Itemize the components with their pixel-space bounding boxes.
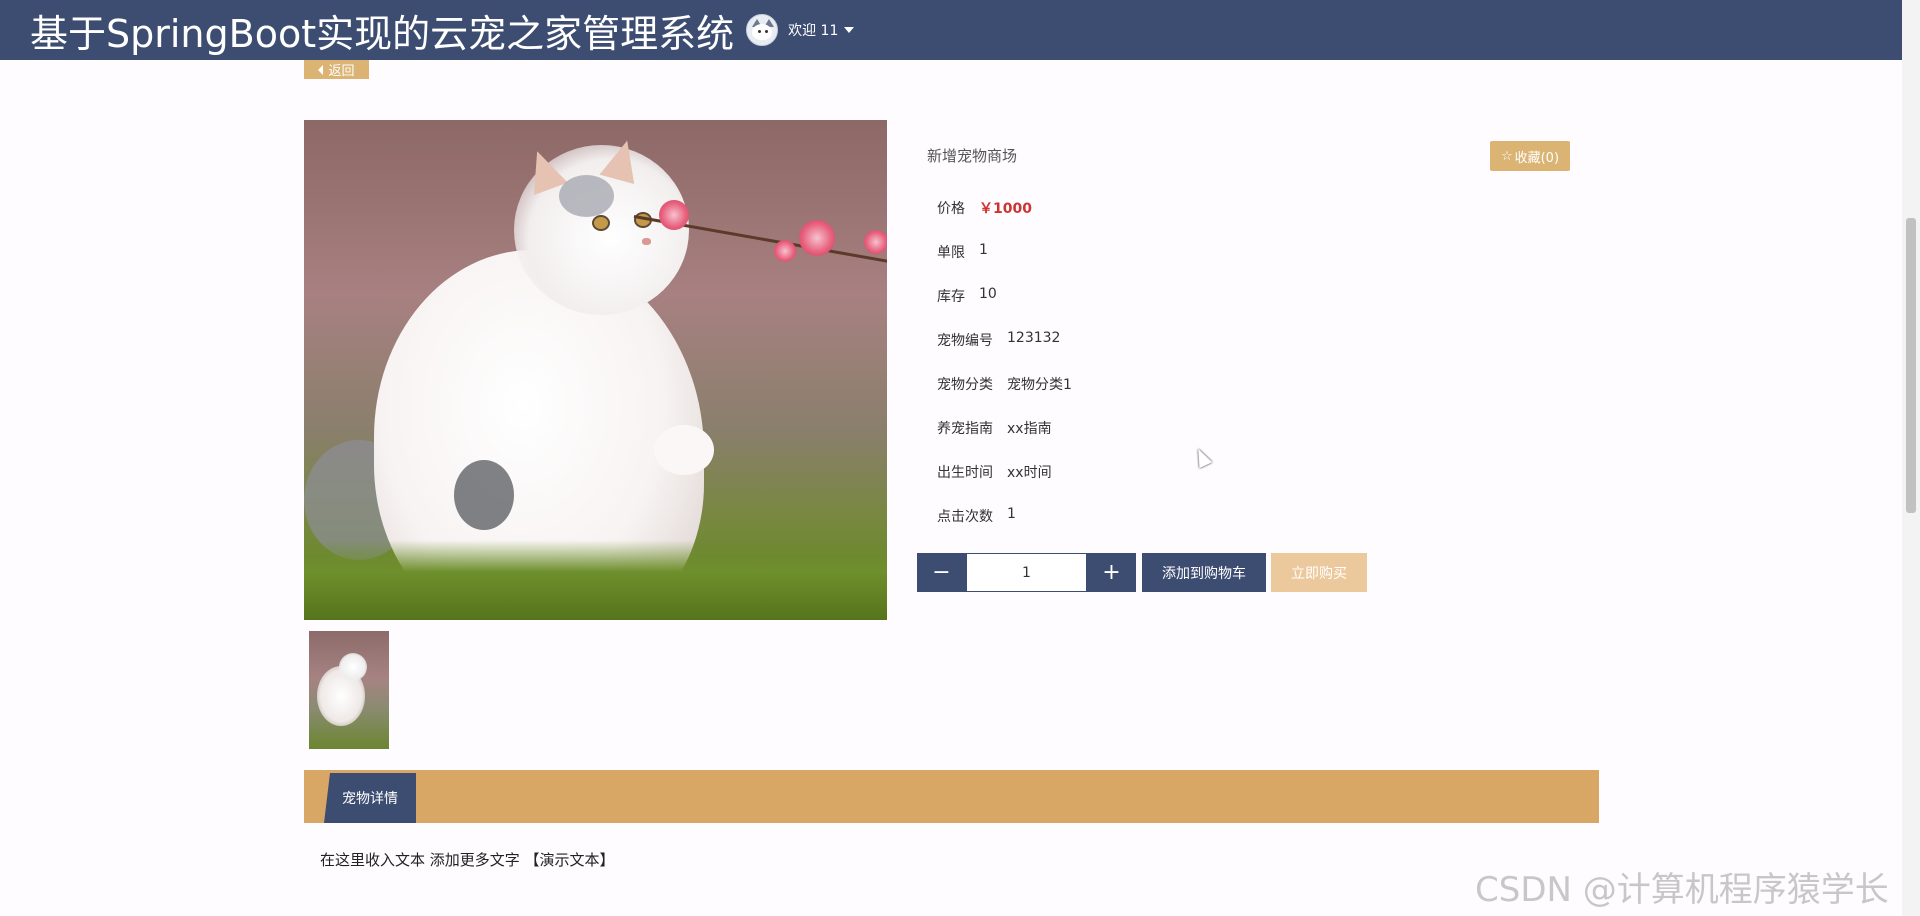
stock-row: 库存 10	[937, 286, 997, 306]
product-title: 新增宠物商场	[927, 147, 1018, 165]
app-title: 基于SpringBoot实现的云宠之家管理系统	[30, 11, 735, 56]
detail-content: 在这里收入文本 添加更多文字 【演示文本】	[320, 851, 615, 869]
favorite-label: 收藏(0)	[1514, 150, 1560, 166]
scrollbar-thumb[interactable]	[1906, 218, 1916, 513]
guide-value: xx指南	[1007, 421, 1052, 437]
category-row: 宠物分类 宠物分类1	[937, 374, 1072, 394]
limit-label: 单限	[937, 245, 965, 261]
pet-no-row: 宠物编号 123132	[937, 330, 1060, 350]
add-to-cart-button[interactable]: 添加到购物车	[1142, 553, 1266, 592]
price-row: 价格 ￥1000	[937, 198, 1032, 218]
tab-pet-detail[interactable]: 宠物详情	[324, 773, 416, 823]
pet-no-label: 宠物编号	[937, 333, 993, 349]
product-thumbnail[interactable]	[309, 631, 389, 749]
guide-row: 养宠指南 xx指南	[937, 418, 1052, 438]
product-main-image	[304, 120, 887, 620]
user-menu[interactable]: 欢迎 11	[788, 20, 855, 40]
guide-label: 养宠指南	[937, 421, 993, 437]
price-label: 价格	[937, 201, 965, 217]
back-button[interactable]: 返回	[304, 60, 369, 79]
favorite-button[interactable]: ☆ 收藏(0)	[1490, 141, 1570, 171]
detail-tab-bar: 宠物详情	[304, 770, 1599, 823]
mouse-cursor-icon	[1191, 445, 1213, 469]
clicks-label: 点击次数	[937, 509, 993, 525]
welcome-text: 欢迎 11	[788, 23, 839, 39]
cat-avatar-icon[interactable]	[746, 14, 779, 46]
price-value: ￥1000	[979, 201, 1032, 217]
birth-label: 出生时间	[937, 465, 993, 481]
caret-left-icon	[318, 64, 324, 75]
limit-row: 单限 1	[937, 242, 988, 262]
category-label: 宠物分类	[937, 377, 993, 393]
clicks-value: 1	[1007, 506, 1016, 522]
category-value: 宠物分类1	[1007, 377, 1072, 393]
limit-value: 1	[979, 242, 988, 258]
pet-no-value: 123132	[1007, 330, 1061, 346]
birth-row: 出生时间 xx时间	[937, 462, 1052, 482]
stock-label: 库存	[937, 289, 965, 305]
star-icon: ☆	[1500, 148, 1513, 164]
quantity-decrease-button[interactable]: −	[917, 553, 966, 592]
buy-now-button[interactable]: 立即购买	[1271, 553, 1367, 592]
quantity-input[interactable]	[966, 553, 1087, 592]
caret-down-icon	[844, 27, 855, 33]
back-label: 返回	[328, 64, 355, 79]
quantity-increase-button[interactable]: +	[1087, 553, 1136, 592]
stock-value: 10	[979, 286, 997, 302]
clicks-row: 点击次数 1	[937, 506, 1016, 526]
top-navbar: 基于SpringBoot实现的云宠之家管理系统 欢迎 11	[0, 0, 1902, 60]
birth-value: xx时间	[1007, 465, 1052, 481]
watermark: CSDN @计算机程序猿学长	[1475, 870, 1889, 910]
